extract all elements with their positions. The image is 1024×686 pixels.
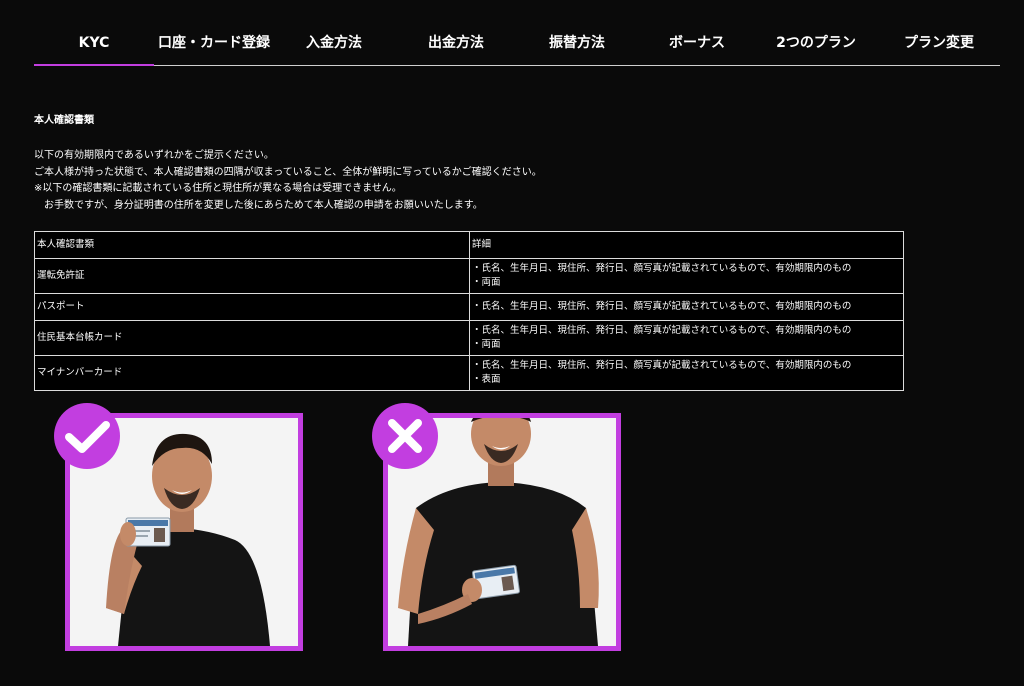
document-details: ・氏名、生年月日、現住所、発行日、顔写真が記載されているもので、有効期限内のもの <box>469 293 904 321</box>
document-name: パスポート <box>34 293 470 321</box>
table-header-details: 詳細 <box>469 231 904 259</box>
cross-icon <box>388 419 422 453</box>
table-header-document: 本人確認書類 <box>34 231 470 259</box>
intro-line: ※以下の確認書類に記載されている住所と現住所が異なる場合は受理できません。 <box>34 183 402 194</box>
intro-line: ご本人様が持った状態で、本人確認書類の四隅が収まっていること、全体が鮮明に写って… <box>34 166 542 178</box>
tab-deposit-method[interactable]: 入金方法 <box>274 22 394 65</box>
documents-table: 本人確認書類 詳細 運転免許証 ・氏名、生年月日、現住所、発行日、顔写真が記載さ… <box>34 231 904 391</box>
section-title: 本人確認書類 <box>34 115 94 126</box>
detail-line: ・両面 <box>472 339 501 350</box>
intro-line: 以下の有効期限内であるいずれかをご提示ください。 <box>34 150 274 161</box>
document-name: 住民基本台帳カード <box>34 320 470 356</box>
detail-line: ・両面 <box>472 277 501 288</box>
tab-account-card-registration[interactable]: 口座・カード登録 <box>154 22 274 65</box>
detail-line: ・表面 <box>472 374 501 385</box>
kyc-page: KYC 口座・カード登録 入金方法 出金方法 振替方法 ボーナス 2つのプラン … <box>0 0 1024 686</box>
tab-bonus[interactable]: ボーナス <box>637 22 757 65</box>
table-row: 住民基本台帳カード ・氏名、生年月日、現住所、発行日、顔写真が記載されているもの… <box>34 320 904 356</box>
intro-text: 以下の有効期限内であるいずれかをご提示ください。 ご本人様が持った状態で、本人確… <box>34 148 542 214</box>
table-row: マイナンバーカード ・氏名、生年月日、現住所、発行日、顔写真が記載されているもの… <box>34 355 904 391</box>
tab-bar: KYC 口座・カード登録 入金方法 出金方法 振替方法 ボーナス 2つのプラン … <box>34 22 1000 66</box>
table-header-row: 本人確認書類 詳細 <box>34 231 904 259</box>
document-details: ・氏名、生年月日、現住所、発行日、顔写真が記載されているもので、有効期限内のもの… <box>469 355 904 391</box>
table-row: 運転免許証 ・氏名、生年月日、現住所、発行日、顔写真が記載されているもので、有効… <box>34 258 904 294</box>
tab-withdrawal-method[interactable]: 出金方法 <box>396 22 516 65</box>
detail-line: ・氏名、生年月日、現住所、発行日、顔写真が記載されているもので、有効期限内のもの <box>472 263 852 274</box>
cross-badge <box>372 403 438 469</box>
tab-two-plans[interactable]: 2つのプラン <box>756 22 876 65</box>
table-row: パスポート ・氏名、生年月日、現住所、発行日、顔写真が記載されているもので、有効… <box>34 293 904 321</box>
tab-kyc[interactable]: KYC <box>34 22 154 66</box>
document-name: 運転免許証 <box>34 258 470 294</box>
check-badge <box>54 403 120 469</box>
detail-line: ・氏名、生年月日、現住所、発行日、顔写真が記載されているもので、有効期限内のもの <box>472 325 852 336</box>
detail-line: ・氏名、生年月日、現住所、発行日、顔写真が記載されているもので、有効期限内のもの <box>472 360 852 371</box>
tab-transfer-method[interactable]: 振替方法 <box>517 22 637 65</box>
intro-line: お手数ですが、身分証明書の住所を変更した後にあらためて本人確認の申請をお願いいた… <box>44 199 483 211</box>
document-details: ・氏名、生年月日、現住所、発行日、顔写真が記載されているもので、有効期限内のもの… <box>469 320 904 356</box>
document-details: ・氏名、生年月日、現住所、発行日、顔写真が記載されているもので、有効期限内のもの… <box>469 258 904 294</box>
check-icon <box>65 421 110 453</box>
detail-line: ・氏名、生年月日、現住所、発行日、顔写真が記載されているもので、有効期限内のもの <box>472 301 852 312</box>
document-name: マイナンバーカード <box>34 355 470 391</box>
tab-plan-change[interactable]: プラン変更 <box>879 22 999 65</box>
